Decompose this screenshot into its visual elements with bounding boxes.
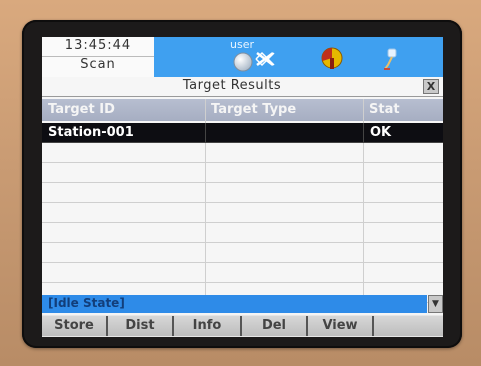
mode-label: Scan — [80, 57, 116, 72]
user-label: user — [230, 38, 254, 51]
signal-off-icon[interactable] — [254, 49, 276, 69]
table-row[interactable] — [42, 183, 443, 203]
view-button[interactable]: View — [308, 316, 374, 336]
column-header-target-type[interactable]: Target Type — [205, 99, 363, 121]
table-row[interactable] — [42, 163, 443, 183]
battery-pie-icon[interactable] — [320, 45, 344, 71]
table-row[interactable] — [42, 203, 443, 223]
softkey-bar: Store Dist Info Del View — [42, 315, 443, 337]
table-row[interactable] — [42, 143, 443, 163]
status-bar: 13:45:44 Scan user — [42, 37, 443, 77]
title-bar: Target Results X — [42, 77, 443, 97]
column-header-stat[interactable]: Stat — [363, 99, 443, 121]
column-header-target-id[interactable]: Target ID — [42, 99, 205, 121]
idle-state-label: [Idle State] — [48, 296, 125, 310]
cell-stat: OK — [363, 123, 443, 143]
scroll-down-button[interactable]: ▼ — [428, 295, 443, 313]
table-row[interactable] — [42, 243, 443, 263]
time-mode-box: 13:45:44 Scan — [42, 37, 156, 77]
store-button[interactable]: Store — [42, 316, 108, 336]
table-row[interactable] — [42, 263, 443, 283]
device-screen: 13:45:44 Scan user Target Results X Targ… — [42, 37, 443, 337]
del-button[interactable]: Del — [242, 316, 308, 336]
info-button[interactable]: Info — [174, 316, 242, 336]
clock-time: 13:45:44 — [42, 38, 154, 57]
cell-target-type — [205, 123, 363, 143]
table-row[interactable] — [42, 223, 443, 243]
table-row[interactable]: Station-001 OK — [42, 123, 443, 143]
page-title: Target Results — [182, 78, 282, 93]
user-globe-icon[interactable] — [232, 51, 254, 73]
target-results-table: Target ID Target Type Stat Station-001 O… — [42, 97, 443, 304]
cell-target-id: Station-001 — [48, 125, 134, 140]
close-button[interactable]: X — [423, 79, 439, 94]
plug-icon[interactable] — [380, 47, 400, 73]
dist-button[interactable]: Dist — [108, 316, 174, 336]
state-bar: [Idle State] — [42, 295, 427, 313]
blank-softkey[interactable] — [374, 316, 443, 336]
table-header: Target ID Target Type Stat — [42, 99, 443, 121]
